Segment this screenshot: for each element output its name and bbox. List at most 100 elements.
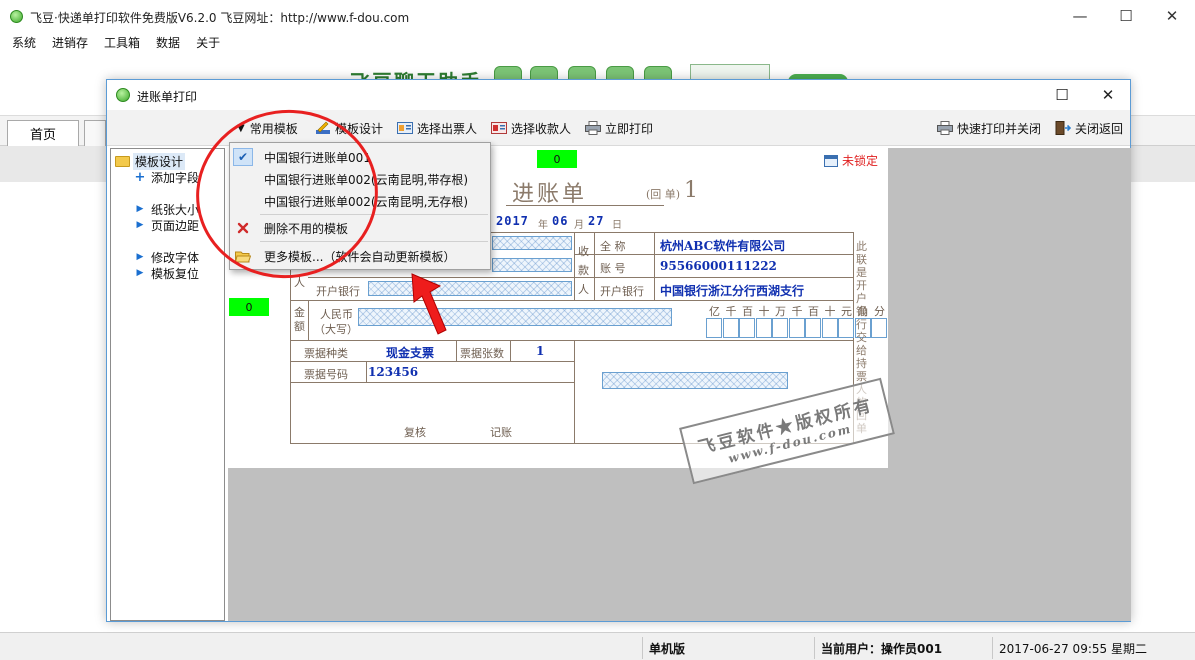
digit-input-box[interactable] — [838, 318, 854, 338]
digit-header-label: 元 — [841, 305, 852, 318]
rmb-sub-label: （大写） — [314, 323, 358, 336]
green-position-tag-left[interactable]: 0 — [229, 298, 269, 316]
digit-input-box[interactable] — [722, 318, 739, 338]
bill-count-label: 票据张数 — [460, 347, 504, 360]
copyright-watermark: 飞豆软件★版权所有 www.f-dou.com — [679, 377, 895, 485]
bookkeep-label: 记账 — [490, 426, 512, 439]
drawer-account-field[interactable] — [492, 258, 572, 272]
main-minimize-button[interactable]: — — [1057, 0, 1103, 32]
tree-item-add-field[interactable]: + 添加字段 — [133, 169, 199, 185]
digit-header-label: 万 — [775, 305, 786, 318]
close-return-button[interactable]: 关闭返回 — [1055, 119, 1123, 137]
green-position-tag-top[interactable]: 0 — [537, 150, 577, 168]
main-maximize-button[interactable]: ☐ — [1103, 0, 1149, 32]
drawer-name-field[interactable] — [492, 236, 572, 250]
exit-door-icon — [1055, 121, 1072, 135]
expand-triangle-icon: ▶ — [136, 204, 144, 214]
annotation-red-arrow-icon — [411, 273, 447, 335]
menu-toolbox[interactable]: 工具箱 — [104, 34, 140, 51]
tree-root-label: 模板设计 — [133, 152, 186, 170]
bank-value[interactable]: 中国银行浙江分行西湖支行 — [660, 282, 804, 299]
drawer-bank-field[interactable] — [368, 281, 572, 296]
payee-section-label: 收款人 — [578, 245, 589, 296]
full-name-value[interactable]: 杭州ABC软件有限公司 — [660, 237, 785, 254]
select-drawer-button[interactable]: 选择出票人 — [397, 119, 477, 137]
amount-col-line — [308, 300, 309, 340]
tree-item-page-margin[interactable]: ▶ 页面边距 — [133, 217, 199, 233]
dialog-title: 进账单打印 — [137, 90, 198, 104]
slip-date-day[interactable]: 27 — [588, 214, 604, 228]
digit-input-box[interactable] — [755, 318, 772, 338]
tree-item-paper-size[interactable]: ▶ 纸张大小 — [133, 201, 199, 217]
digit-input-box[interactable] — [871, 318, 887, 338]
folder-icon — [115, 155, 130, 167]
main-menubar: 系统 进销存 工具箱 数据 关于 — [0, 32, 1195, 52]
bill-count-value[interactable]: 1 — [536, 344, 544, 358]
status-datetime: 2017-06-27 09:55 星期二 — [992, 637, 1192, 659]
slip-date-year[interactable]: 2017 — [496, 214, 529, 228]
day-label: 日 — [612, 220, 622, 231]
dialog-logo-icon — [116, 88, 130, 102]
id-card-red-icon — [491, 121, 507, 135]
main-window-title: 飞豆·快递单打印软件免费版V6.2.0 飞豆网址：http://www.f-do… — [30, 11, 410, 25]
app-logo-icon — [10, 10, 23, 23]
main-statusbar: 单机版 当前用户：操作员001 2017-06-27 09:55 星期二 — [0, 632, 1195, 660]
close-return-label: 关闭返回 — [1075, 121, 1124, 136]
digit-input-box[interactable] — [805, 318, 821, 338]
menu-inventory[interactable]: 进销存 — [52, 34, 88, 51]
account-value[interactable]: 95566000111222 — [660, 259, 777, 273]
slip-date-month[interactable]: 06 — [552, 214, 568, 228]
slip-title-sub: (回 单) — [646, 188, 681, 201]
dialog-close-button[interactable]: ✕ — [1085, 80, 1131, 110]
slip-copy-number: 1 — [684, 178, 698, 203]
digit-input-box[interactable] — [772, 318, 788, 338]
expand-triangle-icon: ▶ — [136, 268, 144, 278]
main-close-button[interactable]: ✕ — [1149, 0, 1195, 32]
tree-item-modify-font[interactable]: ▶ 修改字体 — [133, 249, 199, 265]
digit-input-box[interactable] — [821, 318, 838, 338]
print-now-label: 立即打印 — [605, 121, 654, 136]
digit-input-box[interactable] — [739, 318, 755, 338]
account-label: 账 号 — [600, 262, 626, 275]
remarks-field[interactable] — [602, 372, 788, 389]
digit-input-box[interactable] — [706, 318, 722, 338]
bill-type-label: 票据种类 — [304, 347, 348, 360]
row-line-4 — [290, 382, 574, 383]
lock-status-label: 未锁定 — [842, 154, 879, 168]
bill-number-value[interactable]: 123456 — [368, 365, 418, 379]
dialog-maximize-button[interactable]: ☐ — [1039, 80, 1085, 110]
bill-count-col — [510, 340, 511, 361]
expand-triangle-icon: ▶ — [136, 252, 144, 262]
bill-number-col — [366, 361, 367, 382]
tree-item-paper-size-label: 纸张大小 — [151, 202, 200, 217]
menu-about[interactable]: 关于 — [196, 34, 220, 51]
app-root: 飞豆·快递单打印软件免费版V6.2.0 飞豆网址：http://www.f-do… — [0, 0, 1195, 660]
digit-header-label: 分 — [874, 305, 885, 318]
tree-root-template-design[interactable]: 模板设计 — [115, 152, 186, 170]
tree-item-template-reset[interactable]: ▶ 模板复位 — [133, 265, 199, 281]
tab-home[interactable]: 首页 — [7, 120, 79, 146]
lock-status[interactable]: 未锁定 — [824, 152, 878, 169]
bill-number-label: 票据号码 — [304, 368, 348, 381]
main-titlebar: 飞豆·快递单打印软件免费版V6.2.0 飞豆网址：http://www.f-do… — [0, 0, 1195, 32]
tree-item-page-margin-label: 页面边距 — [151, 218, 200, 233]
tab-other[interactable] — [84, 120, 106, 146]
status-user: 当前用户：操作员001 — [814, 637, 992, 659]
select-payee-button[interactable]: 选择收款人 — [491, 119, 571, 137]
menu-data[interactable]: 数据 — [156, 34, 180, 51]
bank-label: 开户银行 — [600, 285, 644, 298]
expand-triangle-icon: ▶ — [136, 220, 144, 230]
dialog-titlebar: 进账单打印 ☐ ✕ — [107, 80, 1130, 110]
amount-label: 金额 — [294, 306, 305, 333]
print-now-button[interactable]: 立即打印 — [585, 119, 653, 137]
tree-item-template-reset-label: 模板复位 — [151, 266, 200, 281]
row-line-1 — [290, 300, 854, 301]
status-mode: 单机版 — [642, 637, 818, 659]
digit-header-label: 百 — [742, 305, 753, 318]
digit-input-box[interactable] — [788, 318, 805, 338]
review-label: 复核 — [404, 426, 426, 439]
menu-system[interactable]: 系统 — [12, 34, 36, 51]
quick-print-close-button[interactable]: 快速打印并关闭 — [937, 119, 1041, 137]
drawer-bank-label: 开户银行 — [316, 285, 360, 298]
digit-header-label: 十 — [824, 305, 836, 318]
